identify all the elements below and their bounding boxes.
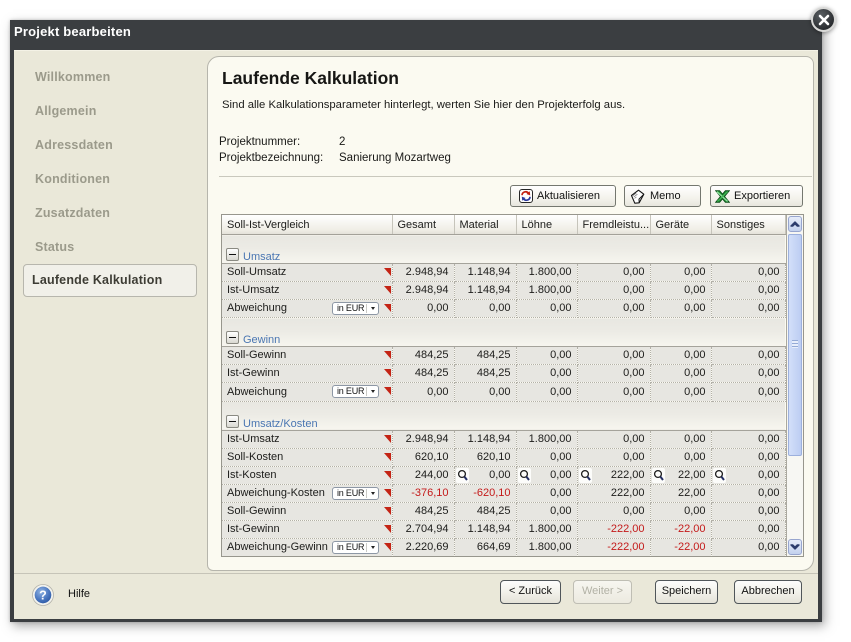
svg-text:?: ? [39,588,47,602]
